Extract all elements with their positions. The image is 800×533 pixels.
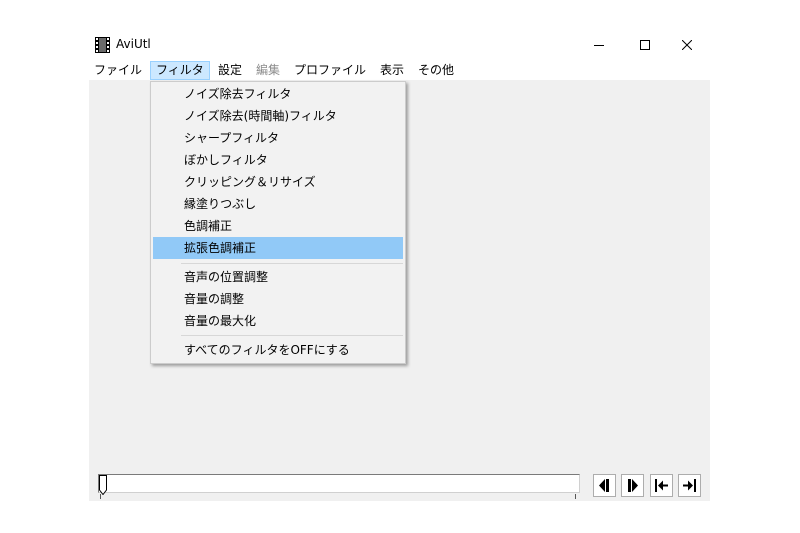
title-bar[interactable]: AviUtl	[89, 29, 710, 61]
menu-item-noise-filter[interactable]: ノイズ除去フィルタ	[153, 83, 403, 105]
menu-filter[interactable]: フィルタ	[150, 61, 210, 80]
menu-edit[interactable]: 編集	[251, 61, 285, 80]
jump-start-button[interactable]	[650, 474, 673, 497]
minimize-icon	[594, 45, 604, 46]
step-forward-icon	[628, 479, 638, 492]
seek-tick-start	[100, 494, 101, 499]
menu-bar: ファイル フィルタ 設定 編集 プロファイル 表示 その他	[89, 61, 710, 80]
minimize-button[interactable]	[576, 29, 622, 61]
seek-tick-end	[575, 494, 576, 499]
menu-item-all-filters-off[interactable]: すべてのフィルタをOFFにする	[153, 339, 403, 361]
maximize-button[interactable]	[622, 29, 668, 61]
menu-item-color-correction[interactable]: 色調補正	[153, 215, 403, 237]
close-button[interactable]	[664, 29, 710, 61]
seek-bar-thumb[interactable]	[99, 475, 107, 495]
maximize-icon	[640, 40, 650, 50]
menu-item-volume-maximize[interactable]: 音量の最大化	[153, 310, 403, 332]
filter-dropdown-menu: ノイズ除去フィルタ ノイズ除去(時間軸)フィルタ シャープフィルタ ぼかしフィル…	[150, 81, 406, 364]
jump-start-icon	[655, 479, 668, 492]
close-icon	[682, 40, 692, 50]
jump-end-button[interactable]	[678, 474, 701, 497]
menu-item-extended-color-correction[interactable]: 拡張色調補正	[153, 237, 403, 259]
menu-item-audio-position[interactable]: 音声の位置調整	[153, 266, 403, 288]
menu-item-clip-resize[interactable]: クリッピング＆リサイズ	[153, 171, 403, 193]
menu-settings[interactable]: 設定	[213, 61, 247, 80]
seek-bar-track[interactable]	[98, 474, 580, 493]
menu-item-sharpen-filter[interactable]: シャープフィルタ	[153, 127, 403, 149]
menu-item-blur-filter[interactable]: ぼかしフィルタ	[153, 149, 403, 171]
filmstrip-icon	[95, 37, 110, 53]
menu-item-border-fill[interactable]: 縁塗りつぶし	[153, 193, 403, 215]
menu-view[interactable]: 表示	[375, 61, 409, 80]
menu-other[interactable]: その他	[413, 61, 459, 80]
menu-separator	[181, 335, 403, 336]
menu-item-temporal-noise-filter[interactable]: ノイズ除去(時間軸)フィルタ	[153, 105, 403, 127]
jump-end-icon	[683, 479, 696, 492]
menu-item-volume-adjust[interactable]: 音量の調整	[153, 288, 403, 310]
menu-file[interactable]: ファイル	[89, 61, 147, 80]
step-back-icon	[599, 479, 609, 492]
window-title: AviUtl	[116, 37, 151, 51]
step-forward-button[interactable]	[621, 474, 644, 497]
menu-separator	[181, 263, 403, 264]
step-back-button[interactable]	[593, 474, 616, 497]
menu-profile[interactable]: プロファイル	[289, 61, 371, 80]
